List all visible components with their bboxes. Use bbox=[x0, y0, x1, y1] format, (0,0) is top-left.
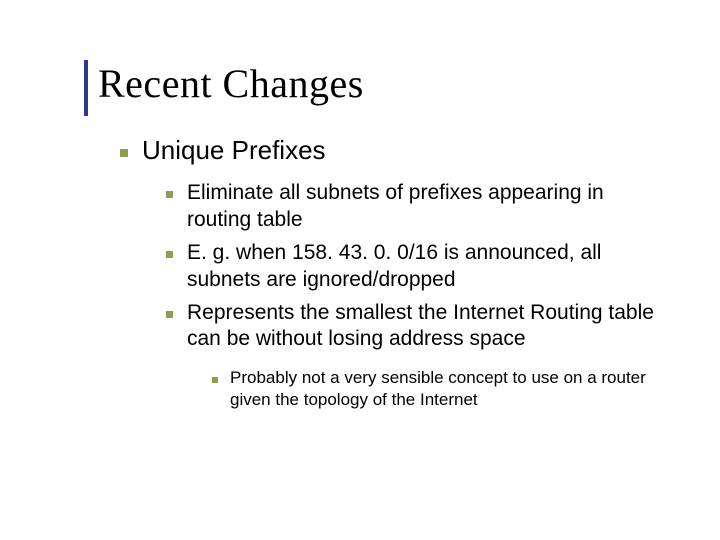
title-accent-bar bbox=[84, 60, 88, 116]
bullet-text: Probably not a very sensible concept to … bbox=[230, 367, 660, 411]
square-bullet-icon bbox=[166, 311, 173, 318]
square-bullet-icon bbox=[166, 251, 173, 258]
bullet-text: Represents the smallest the Internet Rou… bbox=[187, 300, 657, 354]
bullet-list-level-1: Unique Prefixes Eliminate all subnets of… bbox=[120, 135, 660, 411]
square-bullet-icon bbox=[212, 377, 218, 383]
list-item: E. g. when 158. 43. 0. 0/16 is announced… bbox=[166, 240, 660, 294]
page-title: Recent Changes bbox=[98, 60, 660, 107]
list-item: Eliminate all subnets of prefixes appear… bbox=[166, 180, 660, 234]
list-item: Represents the smallest the Internet Rou… bbox=[166, 300, 660, 411]
bullet-list-level-3: Probably not a very sensible concept to … bbox=[212, 367, 660, 411]
bullet-text: E. g. when 158. 43. 0. 0/16 is announced… bbox=[187, 240, 657, 294]
square-bullet-icon bbox=[120, 149, 128, 157]
square-bullet-icon bbox=[166, 191, 173, 198]
bullet-list-level-2: Eliminate all subnets of prefixes appear… bbox=[166, 180, 660, 411]
list-item: Probably not a very sensible concept to … bbox=[212, 367, 660, 411]
slide: Recent Changes Unique Prefixes Eliminate… bbox=[0, 0, 720, 540]
bullet-text: Unique Prefixes bbox=[142, 135, 326, 166]
bullet-text: Eliminate all subnets of prefixes appear… bbox=[187, 180, 657, 234]
list-item: Unique Prefixes Eliminate all subnets of… bbox=[120, 135, 660, 411]
